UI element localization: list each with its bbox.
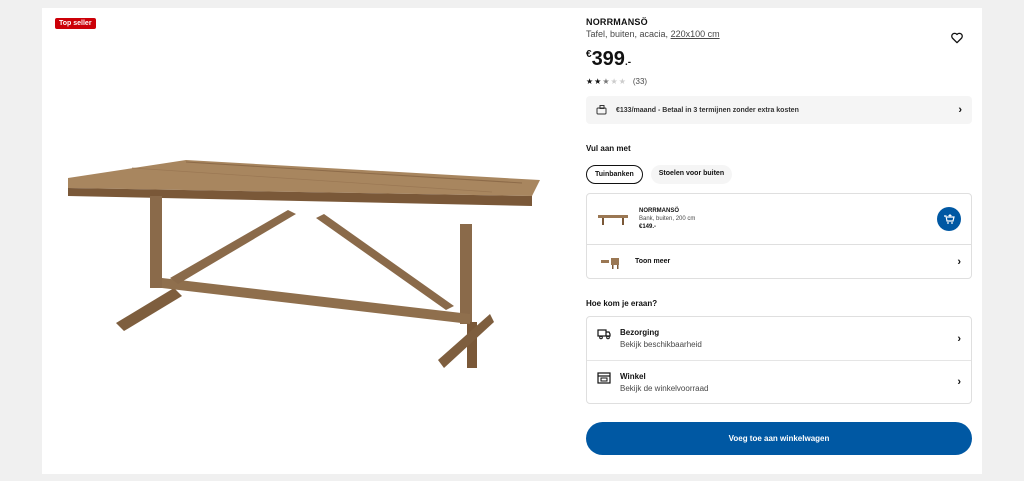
product-description-text: Tafel, buiten, acacia, bbox=[586, 29, 671, 39]
recommended-price: €149.- bbox=[639, 224, 657, 231]
product-size-link[interactable]: 220x100 cm bbox=[671, 29, 720, 39]
complete-title: Vul aan met bbox=[586, 144, 631, 153]
option-subtitle: Bekijk beschikbaarheid bbox=[620, 340, 702, 349]
option-title: Winkel bbox=[620, 371, 646, 381]
pill-tuinbanken[interactable]: Tuinbanken bbox=[586, 165, 643, 184]
add-to-cart-icon-button[interactable] bbox=[937, 207, 961, 231]
payment-hand-icon bbox=[596, 105, 607, 115]
chair-thumbnail bbox=[601, 257, 619, 269]
product-page: Top seller NORRMANSÖ Tafel, buiten, acac… bbox=[42, 8, 982, 474]
chevron-right-icon: › bbox=[957, 376, 961, 388]
delivery-title: Hoe kom je eraan? bbox=[586, 299, 658, 308]
payment-banner[interactable]: €133/maand - Betaal in 3 termijnen zonde… bbox=[586, 96, 972, 124]
rating-count: (33) bbox=[632, 77, 648, 86]
option-bezorging[interactable]: Bezorging Bekijk beschikbaarheid › bbox=[587, 317, 971, 360]
price-integer: 399 bbox=[591, 48, 625, 70]
store-icon bbox=[597, 372, 611, 384]
recommended-product[interactable]: NORRMANSÖ Bank, buiten, 200 cm €149.- bbox=[587, 194, 971, 244]
chevron-right-icon: › bbox=[957, 255, 961, 268]
recommended-desc: Bank, buiten, 200 cm bbox=[639, 215, 696, 222]
option-subtitle: Bekijk de winkelvoorraad bbox=[620, 383, 709, 393]
heart-icon[interactable] bbox=[950, 31, 964, 45]
complete-pills: Tuinbanken Stoelen voor buiten bbox=[586, 165, 972, 184]
product-image[interactable] bbox=[62, 138, 542, 388]
add-to-cart-button[interactable]: Voeg toe aan winkelwagen bbox=[586, 422, 972, 455]
recommended-name: NORRMANSÖ bbox=[639, 207, 679, 214]
product-name: NORRMANSÖ bbox=[586, 17, 648, 27]
product-info-panel: NORRMANSÖ Tafel, buiten, acacia, 220x100… bbox=[586, 17, 972, 455]
truck-icon bbox=[597, 329, 611, 340]
rating-stars: ★★★★★ bbox=[586, 77, 627, 86]
product-price: €399.- bbox=[586, 49, 972, 69]
option-title: Bezorging bbox=[620, 328, 660, 337]
rating[interactable]: ★★★★★ (33) bbox=[586, 77, 972, 86]
recommendation-card: NORRMANSÖ Bank, buiten, 200 cm €149.- To… bbox=[586, 193, 972, 279]
show-more-row[interactable]: Toon meer › bbox=[587, 244, 971, 278]
chevron-right-icon: › bbox=[957, 332, 961, 345]
option-winkel[interactable]: Winkel Bekijk de winkelvoorraad › bbox=[587, 360, 971, 403]
cart-plus-icon bbox=[944, 214, 955, 224]
price-currency: € bbox=[586, 49, 592, 60]
recommended-info: NORRMANSÖ Bank, buiten, 200 cm €149.- bbox=[639, 207, 695, 231]
delivery-options: Bezorging Bekijk beschikbaarheid › Winke… bbox=[586, 316, 972, 404]
top-seller-badge: Top seller bbox=[55, 18, 96, 29]
product-description: Tafel, buiten, acacia, 220x100 cm bbox=[586, 29, 972, 39]
price-decimals: .- bbox=[624, 57, 632, 68]
chevron-right-icon: › bbox=[958, 104, 962, 116]
bench-thumbnail bbox=[598, 215, 628, 225]
payment-text: €133/maand - Betaal in 3 termijnen zonde… bbox=[616, 106, 799, 114]
show-more-label: Toon meer bbox=[635, 258, 671, 265]
pill-stoelen[interactable]: Stoelen voor buiten bbox=[650, 165, 733, 184]
